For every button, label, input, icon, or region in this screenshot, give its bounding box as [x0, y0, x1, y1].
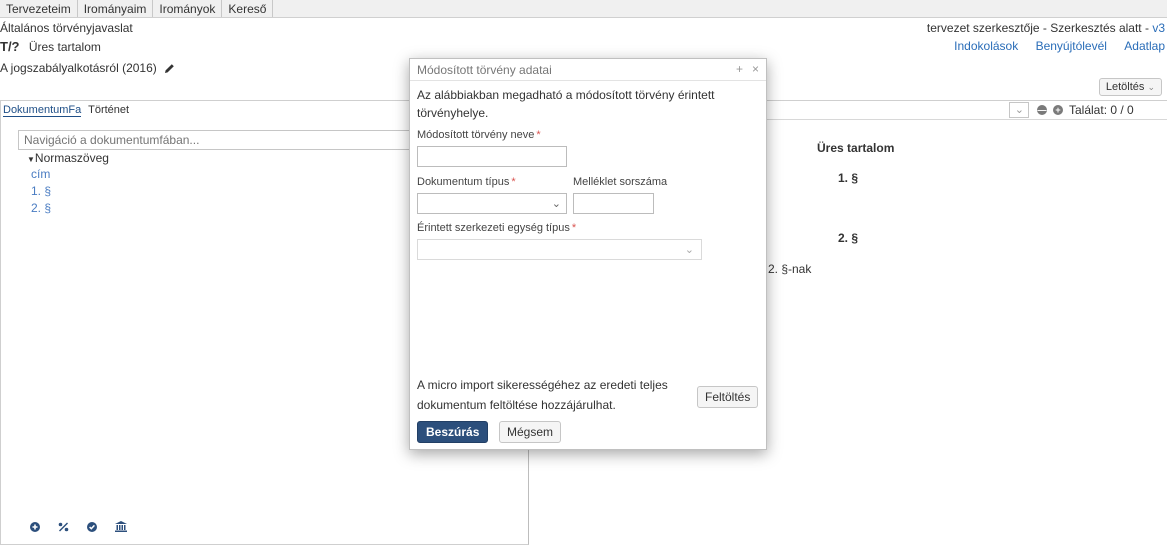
link-benyujtolevel[interactable]: Benyújtólevél: [1036, 39, 1107, 53]
document-title-row: A jogszabályalkotásról (2016): [0, 61, 175, 77]
upload-hint-line-1: A micro import sikerességéhez az eredeti…: [417, 378, 668, 392]
required-mark: *: [571, 222, 577, 234]
bank-icon[interactable]: [115, 521, 127, 535]
chevron-down-icon: ⌄: [1014, 103, 1024, 116]
status-text: tervezet szerkesztője - Szerkesztés alat…: [926, 21, 1153, 35]
version-link[interactable]: v3: [1152, 21, 1165, 35]
tab-dokumentumfa[interactable]: DokumentumFa: [3, 104, 82, 117]
name-label-text: Módosított törvény neve: [417, 129, 535, 141]
modal-dialog: Módosított törvény adatai + × Az alábbia…: [409, 58, 767, 450]
content-section-1: 1. §: [838, 171, 859, 185]
plus-circle-icon[interactable]: [30, 521, 40, 535]
link-indokolasok[interactable]: Indokolások: [954, 39, 1018, 53]
upload-button[interactable]: Feltöltés: [697, 386, 759, 408]
unit-type-label-text: Érintett szerkezeti egység típus: [417, 222, 570, 234]
match-count: Találat: 0 / 0: [1069, 103, 1134, 117]
document-subtitle: Üres tartalom: [28, 40, 101, 54]
content-title: Üres tartalom: [817, 141, 895, 155]
chevron-down-icon: ⌄: [1147, 82, 1155, 92]
doc-type-label-text: Dokumentum típus: [417, 176, 510, 188]
left-footer-toolbar: [30, 521, 127, 535]
document-type: Általános törvényjavaslat: [0, 21, 133, 35]
link-adatlap[interactable]: Adatlap: [1124, 39, 1165, 53]
tab-tortenet[interactable]: Történet: [88, 104, 129, 116]
status-line: tervezet szerkesztője - Szerkesztés alat…: [927, 21, 1165, 35]
content-section-2: 2. §: [838, 231, 859, 245]
nav-tab-iromanyaim[interactable]: Irományaim: [78, 0, 154, 17]
required-mark: *: [511, 176, 516, 188]
insert-button[interactable]: Beszúrás: [417, 421, 489, 443]
next-match-icon[interactable]: +: [1053, 105, 1063, 115]
doc-type-label: Dokumentum típus *: [417, 176, 516, 188]
triangle-down-icon: ▼: [27, 155, 35, 164]
law-name-input[interactable]: [417, 146, 567, 167]
attachment-number-input[interactable]: [573, 193, 654, 214]
tree-root-item[interactable]: ▼Normaszöveg: [27, 151, 109, 165]
chevron-down-icon: ⌄: [684, 243, 694, 256]
plus-icon[interactable]: +: [736, 62, 743, 76]
download-label: Letöltés: [1105, 81, 1145, 93]
modal-intro-line-2: törvényhelye.: [417, 106, 489, 120]
name-field-label: Módosított törvény neve *: [417, 129, 541, 141]
document-title: A jogszabályalkotásról (2016): [0, 61, 157, 75]
required-mark: *: [536, 129, 541, 141]
tree-item-cim[interactable]: cím: [31, 167, 50, 181]
filter-select[interactable]: ⌄: [1009, 102, 1029, 118]
tree-item-section-2[interactable]: 2. §: [31, 201, 51, 215]
nav-tab-iromanyok[interactable]: Irományok: [153, 0, 223, 17]
nav-tab-kereso[interactable]: Kereső: [222, 0, 274, 17]
close-icon[interactable]: ×: [752, 62, 759, 76]
tree-root-label: Normaszöveg: [34, 151, 109, 165]
attachment-number-label: Melléklet sorszáma: [573, 176, 668, 188]
left-panel-tabs: DokumentumFa Történet: [3, 104, 133, 117]
upload-hint-line-2: dokumentum feltöltése hozzájárulhat.: [417, 398, 616, 412]
document-heading: T/? Üres tartalom: [0, 39, 101, 54]
top-navigation: Tervezeteim Irományaim Irományok Kereső: [0, 0, 1167, 18]
check-circle-icon[interactable]: [87, 521, 97, 535]
header-links: Indokolások Benyújtólevél Adatlap: [954, 39, 1165, 53]
content-reference: 2. §-nak: [768, 262, 812, 276]
modal-intro-line-1: Az alábbiakban megadható a módosított tö…: [417, 88, 715, 102]
unit-type-label: Érintett szerkezeti egység típus *: [417, 222, 576, 234]
edit-pencil-icon[interactable]: [164, 63, 175, 77]
document-code: T/?: [0, 39, 20, 54]
nav-tab-tervezeteim[interactable]: Tervezeteim: [0, 0, 78, 17]
modal-header: Módosított törvény adatai + ×: [410, 59, 766, 81]
unit-type-select[interactable]: ⌄: [417, 239, 702, 260]
doc-type-select[interactable]: ⌄: [417, 193, 567, 214]
chevron-down-icon: ⌄: [551, 197, 561, 210]
tree-item-section-1[interactable]: 1. §: [31, 184, 51, 198]
prev-match-icon[interactable]: —: [1037, 105, 1047, 115]
download-button[interactable]: Letöltés ⌄: [1098, 78, 1162, 96]
percent-icon[interactable]: [58, 521, 69, 535]
cancel-button[interactable]: Mégsem: [499, 421, 562, 443]
modal-title: Módosított törvény adatai: [417, 63, 552, 77]
